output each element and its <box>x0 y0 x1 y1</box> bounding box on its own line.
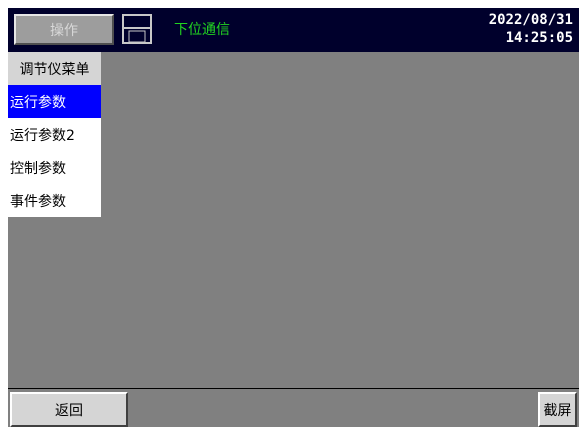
time-text: 14:25:05 <box>505 30 573 46</box>
date-text: 2022/08/31 <box>488 12 573 28</box>
back-button[interactable]: 返回 <box>10 392 128 427</box>
screenshot-button[interactable]: 截屏 <box>538 392 577 427</box>
controller-menu: 调节仪菜单 运行参数 运行参数2 控制参数 事件参数 <box>8 52 101 217</box>
menu-item-control-params[interactable]: 控制参数 <box>8 151 101 184</box>
menu-item-event-params[interactable]: 事件参数 <box>8 184 101 217</box>
floppy-disk-icon[interactable] <box>122 14 152 44</box>
top-bar: 操作 下位通信 2022/08/31 14:25:05 <box>8 8 579 52</box>
hmi-screen: 操作 下位通信 2022/08/31 14:25:05 调节仪菜单 运行参数 运… <box>8 8 579 427</box>
screenshot-button-label: 截屏 <box>543 402 572 419</box>
menu-item-run-params[interactable]: 运行参数 <box>8 85 101 118</box>
menu-item-run-params-2[interactable]: 运行参数2 <box>8 118 101 151</box>
operate-button-label: 操作 <box>50 22 78 39</box>
datetime-display: 2022/08/31 14:25:05 <box>489 11 573 47</box>
menu-title: 调节仪菜单 <box>8 52 101 85</box>
back-button-label: 返回 <box>55 402 83 419</box>
operate-button[interactable]: 操作 <box>14 14 114 45</box>
bottom-bar: 返回 截屏 <box>8 388 579 427</box>
comm-status-label: 下位通信 <box>174 22 230 38</box>
